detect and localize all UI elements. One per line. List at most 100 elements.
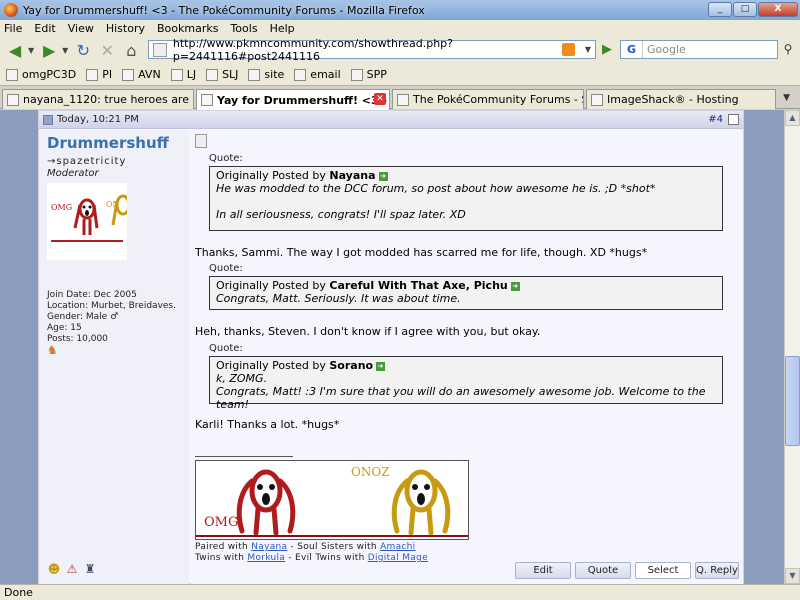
sig-text: Paired with xyxy=(195,542,252,552)
bookmark-spp[interactable]: SPP xyxy=(350,68,387,81)
tab-nayana[interactable]: nayana_1120: true heroes are never ... xyxy=(2,89,194,109)
scroll-down-arrow-icon[interactable]: ▼ xyxy=(785,568,800,584)
post-count: Posts: 10,000 xyxy=(47,334,108,344)
menu-bookmarks[interactable]: Bookmarks xyxy=(157,22,218,35)
quote-line xyxy=(216,195,716,208)
minimize-button[interactable]: _ xyxy=(708,2,732,17)
report-post-icon[interactable]: ⚠ xyxy=(65,562,79,576)
originally-posted-by: Originally Posted by xyxy=(216,169,326,182)
go-arrow-icon[interactable]: ▶ xyxy=(598,40,616,59)
menu-history[interactable]: History xyxy=(106,22,145,35)
bookmark-icon xyxy=(248,68,261,81)
bookmark-pi[interactable]: PI xyxy=(86,68,112,81)
quote-line: Congrats, Matt. Seriously. It was about … xyxy=(216,292,461,305)
back-history-dropdown-icon[interactable]: ▼ xyxy=(28,46,34,55)
forward-history-dropdown-icon[interactable]: ▼ xyxy=(62,46,68,55)
quote-block-sorano: Originally Posted by Sorano ➜ k, ZOMG. Co… xyxy=(209,356,723,411)
bookmark-email[interactable]: email xyxy=(294,68,341,81)
quote-line: In all seriousness, congrats! I'll spaz … xyxy=(216,208,466,221)
user-title: →spazetricity xyxy=(47,156,127,167)
user-stats: Join Date: Dec 2005 Location: Murbet, Br… xyxy=(47,290,176,356)
menu-file[interactable]: File xyxy=(4,22,22,35)
bookmark-label: LJ xyxy=(186,68,197,81)
search-magnifier-icon[interactable]: ⚲ xyxy=(780,40,796,59)
tab-yay-for-drummershuff[interactable]: Yay for Drummershuff! <3 - The ...✕ xyxy=(196,89,390,110)
location: Location: Murbet, Breidaves. xyxy=(47,301,176,311)
bookmark-icon xyxy=(294,68,307,81)
vertical-scrollbar[interactable]: ▲ ▼ xyxy=(784,110,800,584)
sig-text: - Evil Twins with xyxy=(285,553,368,563)
edit-button[interactable]: Edit xyxy=(515,562,571,579)
avatar: OMG ON xyxy=(47,183,127,260)
stop-icon[interactable]: ✕ xyxy=(96,39,118,61)
forum-post: Today, 10:21 PM #4 Drummershuff →spazetr… xyxy=(38,110,744,584)
tab-imageshack[interactable]: ImageShack® - Hosting xyxy=(586,89,776,109)
quote-line: He was modded to the DCC forum, so post … xyxy=(216,182,656,195)
menu-tools[interactable]: Tools xyxy=(230,22,257,35)
username-link[interactable]: Drummershuff xyxy=(47,134,169,152)
post-number-link[interactable]: #4 xyxy=(708,114,723,125)
tab-label: nayana_1120: true heroes are never ... xyxy=(23,93,193,106)
bookmark-label: omgPC3D xyxy=(22,68,77,81)
post-body: Quote: Originally Posted by Nayana ➜ He w… xyxy=(191,130,743,584)
gender: Gender: Male ♂ xyxy=(47,312,119,322)
bookmark-avn[interactable]: AVN xyxy=(122,68,161,81)
banner-onoz-text: ONOZ xyxy=(351,465,390,479)
bookmark-icon xyxy=(170,68,183,81)
view-post-arrow-icon[interactable]: ➜ xyxy=(376,361,386,371)
quote-author-link[interactable]: Sorano xyxy=(329,359,373,372)
bookmark-omgpc3d[interactable]: omgPC3D xyxy=(6,68,76,81)
signature-line-1: Paired with Nayana - Soul Sisters with A… xyxy=(195,542,415,552)
close-window-button[interactable]: X xyxy=(758,2,798,17)
quick-reply-button[interactable]: Q. Reply xyxy=(695,562,739,579)
quote-author-link[interactable]: Nayana xyxy=(329,169,375,182)
google-engine-icon[interactable]: G xyxy=(621,41,643,58)
scroll-thumb[interactable] xyxy=(785,356,800,446)
tab-favicon-icon xyxy=(397,93,409,106)
tab-list-dropdown-icon[interactable]: ▼ xyxy=(783,93,790,103)
bookmark-lj[interactable]: LJ xyxy=(170,68,197,81)
avatar-underline xyxy=(51,240,123,242)
quote-author-link[interactable]: Careful With That Axe, Pichu xyxy=(329,279,507,292)
firefox-icon xyxy=(4,3,18,17)
title-bar: Yay for Drummershuff! <3 - The PokéCommu… xyxy=(0,0,800,20)
tab-strip: nayana_1120: true heroes are never ... Y… xyxy=(0,87,800,110)
join-date: Join Date: Dec 2005 xyxy=(47,290,137,300)
reload-icon[interactable]: ↻ xyxy=(72,39,94,61)
rss-feed-icon[interactable] xyxy=(562,43,575,56)
home-icon[interactable]: ⌂ xyxy=(120,39,142,61)
status-bar: Done xyxy=(0,584,800,600)
age: Age: 15 xyxy=(47,323,82,333)
bookmark-slj[interactable]: SLJ xyxy=(206,68,238,81)
menu-help[interactable]: Help xyxy=(270,22,295,35)
menu-view[interactable]: View xyxy=(68,22,94,35)
back-arrow-icon[interactable]: ◀ xyxy=(4,39,26,61)
view-post-arrow-icon[interactable]: ➜ xyxy=(378,171,388,181)
url-dropdown-icon[interactable]: ▼ xyxy=(585,45,591,54)
sig-link-digital-mage[interactable]: Digital Mage xyxy=(368,553,428,563)
quote-button[interactable]: Quote xyxy=(575,562,631,579)
maximize-button[interactable]: □ xyxy=(733,2,757,17)
bookmark-icon xyxy=(350,68,363,81)
page-content: Today, 10:21 PM #4 Drummershuff →spazetr… xyxy=(0,110,784,584)
sig-link-amachi[interactable]: Amachi xyxy=(380,542,415,552)
bookmark-site[interactable]: site xyxy=(248,68,284,81)
ip-logged-icon[interactable]: ♜ xyxy=(83,562,97,576)
post-status-icon xyxy=(43,114,53,125)
post-select-checkbox[interactable] xyxy=(728,114,739,125)
tab-favicon-icon xyxy=(591,93,603,106)
view-post-arrow-icon[interactable]: ➜ xyxy=(510,281,520,291)
tab-pokecommunity-search[interactable]: The PokéCommunity Forums - Sea... xyxy=(392,89,584,109)
address-bar[interactable]: http://www.pkmncommunity.com/showthread.… xyxy=(148,37,596,63)
tab-label: Yay for Drummershuff! <3 - The ... xyxy=(217,93,389,107)
close-tab-icon[interactable]: ✕ xyxy=(374,93,386,105)
select-button[interactable]: Select xyxy=(635,562,691,579)
scroll-up-arrow-icon[interactable]: ▲ xyxy=(785,110,800,126)
sig-link-morkula[interactable]: Morkula xyxy=(247,553,285,563)
menu-edit[interactable]: Edit xyxy=(34,22,55,35)
sig-link-nayana[interactable]: Nayana xyxy=(251,542,287,552)
quote-label: Quote: xyxy=(209,263,243,274)
user-info-panel: Drummershuff →spazetricity Moderator OMG… xyxy=(39,130,189,584)
forward-arrow-icon[interactable]: ▶ xyxy=(38,39,60,61)
search-input[interactable]: G Google xyxy=(620,40,778,59)
